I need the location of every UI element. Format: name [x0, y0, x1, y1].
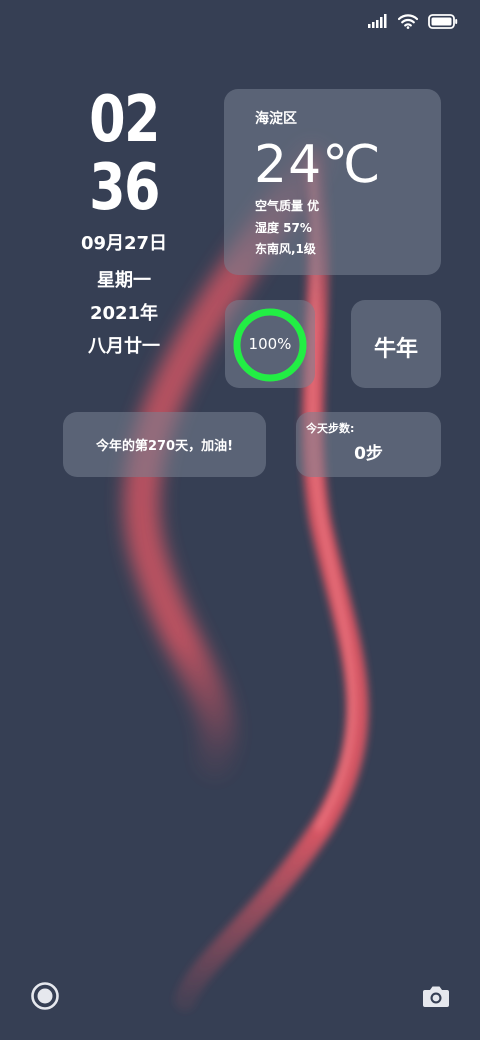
clock-weekday: 星期一: [97, 270, 151, 291]
battery-percentage: 100%: [248, 335, 292, 353]
weather-card[interactable]: 海淀区 24℃ 空气质量 优 湿度 57% 东南风,1级: [224, 89, 441, 275]
clock-lunar-date: 八月廿一: [88, 336, 160, 357]
battery-full-icon: [428, 13, 458, 29]
weather-air-quality: 空气质量 优: [255, 199, 320, 213]
weather-district: 海淀区: [255, 111, 297, 127]
clock-hour: 02: [89, 83, 160, 157]
record-icon[interactable]: [29, 980, 61, 1012]
clock-year: 2021年: [89, 303, 159, 324]
weather-humidity: 湿度 57%: [255, 221, 312, 235]
wifi-icon: [398, 13, 418, 29]
battery-card[interactable]: 100%: [225, 300, 315, 388]
zodiac-label: 牛年: [373, 337, 418, 362]
camera-icon[interactable]: [420, 980, 452, 1012]
weather-temperature: 24℃: [254, 135, 382, 195]
day-of-year-label: 今年的第270天，加油!: [95, 439, 234, 454]
day-of-year-card[interactable]: 今年的第270天，加油!: [63, 412, 266, 477]
clock-minute: 36: [89, 151, 160, 225]
weather-wind: 东南风,1级: [255, 242, 316, 256]
clock-widget[interactable]: 02 36 09月27日 星期一 2021年 八月廿一: [60, 88, 188, 357]
steps-value: 0步: [354, 444, 383, 464]
steps-card[interactable]: 今天步数: 0步: [296, 412, 441, 477]
zodiac-card[interactable]: 牛年: [351, 300, 441, 388]
status-bar: [368, 10, 458, 32]
signal-bars-icon: [368, 14, 387, 28]
steps-title: 今天步数:: [306, 422, 355, 435]
clock-date: 09月27日: [80, 233, 168, 254]
